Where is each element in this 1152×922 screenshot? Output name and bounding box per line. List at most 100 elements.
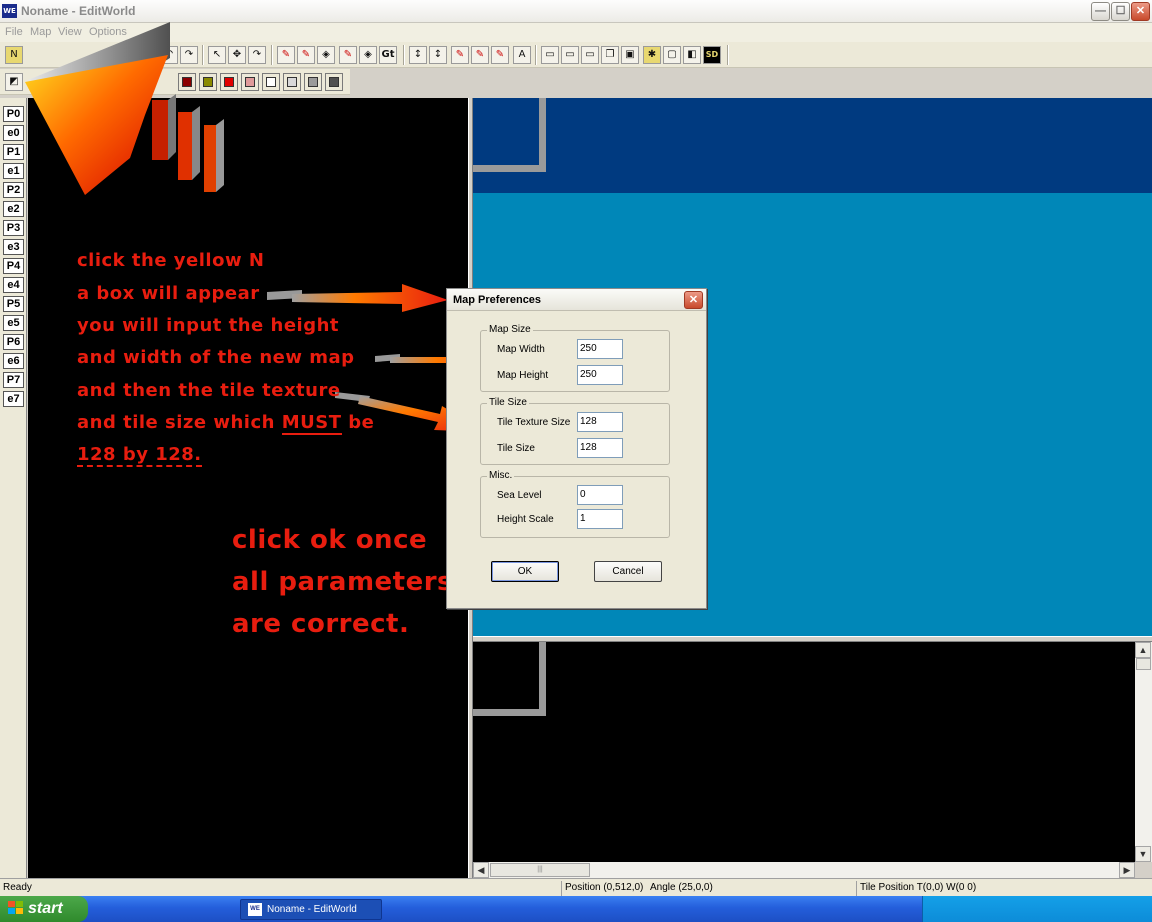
layer-button-p4[interactable]: P4 (3, 258, 24, 274)
color-swatch[interactable] (283, 73, 301, 91)
app-icon: WE (2, 4, 17, 18)
swatch-fill (308, 77, 318, 87)
map-width-label: Map Width (497, 344, 545, 355)
grid-icon[interactable]: ▭ (541, 46, 559, 64)
dialog-close-button[interactable]: ✕ (684, 291, 703, 309)
layer-button-e3[interactable]: e3 (3, 239, 24, 255)
delete-icon[interactable]: ▣ (621, 46, 639, 64)
close-button[interactable]: ✕ (1131, 2, 1150, 21)
annotation-instruction: are correct. (232, 609, 410, 639)
dialog-title: Map Preferences (453, 294, 542, 306)
layer-button-e6[interactable]: e6 (3, 353, 24, 369)
ok-button[interactable]: OK (491, 561, 559, 582)
swatch-fill (329, 77, 339, 87)
tile-size-input[interactable]: 128 (577, 438, 623, 458)
color-swatch[interactable] (304, 73, 322, 91)
swatch-fill (245, 77, 255, 87)
layer-button-p3[interactable]: P3 (3, 220, 24, 236)
windows-logo-icon (8, 901, 24, 916)
fill-icon[interactable]: ◈ (317, 46, 335, 64)
layer-button-e5[interactable]: e5 (3, 315, 24, 331)
group-label: Map Size (487, 324, 533, 335)
map-height-input[interactable]: 250 (577, 365, 623, 385)
swatch-fill (266, 77, 276, 87)
swatch-fill (287, 77, 297, 87)
window-title: Noname - EditWorld (21, 4, 136, 18)
layer-button-e7[interactable]: e7 (3, 391, 24, 407)
vertical-scroll-thumb[interactable] (1136, 658, 1151, 670)
logo-quadrant (16, 901, 23, 907)
map-view-bottom-right[interactable] (473, 642, 1135, 862)
paint-icon[interactable]: ✎ (277, 46, 295, 64)
status-ready: Ready (3, 882, 32, 893)
color-swatch[interactable] (325, 73, 343, 91)
logo-quadrant (16, 908, 23, 914)
group-label: Misc. (487, 470, 515, 481)
scroll-down-icon[interactable]: ▼ (1135, 846, 1151, 862)
start-label: start (28, 900, 63, 917)
taskbar-item-label: Noname - EditWorld (267, 904, 357, 915)
fill-icon[interactable]: ◈ (359, 46, 377, 64)
brush-icon[interactable]: ✎ (491, 46, 509, 64)
tile-texture-size-input[interactable]: 128 (577, 412, 623, 432)
brush-icon[interactable]: ✎ (471, 46, 489, 64)
goto-icon[interactable]: Gt (379, 46, 397, 64)
scroll-left-icon[interactable]: ◀ (473, 862, 489, 878)
height-scale-label: Height Scale (497, 514, 554, 525)
status-bar: Ready Position (0,512,0) Angle (25,0,0) … (0, 878, 1152, 896)
horizontal-scrollbar[interactable]: ◀ ||| ▶ (473, 862, 1135, 878)
new-icon[interactable]: ✱ (643, 46, 661, 64)
brush-icon[interactable]: ✎ (451, 46, 469, 64)
annotation-line: 128 by 128. (77, 444, 202, 467)
layer-button-p7[interactable]: P7 (3, 372, 24, 388)
sea-level-label: Sea Level (497, 490, 542, 501)
layer-panel: P0 e0 P1 e1 P2 e2 P3 e3 P4 e4 P5 e5 P6 e… (0, 98, 27, 878)
map-preferences-dialog: Map Preferences ✕ Map Size Map Width 250… (446, 288, 707, 609)
map-width-input[interactable]: 250 (577, 339, 623, 359)
map-view-left[interactable] (28, 98, 468, 878)
annotation-text: and tile size which (77, 412, 282, 433)
taskbar-item-editworld[interactable]: WE Noname - EditWorld (240, 899, 382, 920)
cancel-button[interactable]: Cancel (594, 561, 662, 582)
raise-icon[interactable]: ↕ (409, 46, 427, 64)
vertical-scrollbar[interactable]: ▲ ▼ (1135, 642, 1152, 862)
annotation-line: you will input the height (77, 315, 340, 336)
layer-button-p6[interactable]: P6 (3, 334, 24, 350)
dialog-title-bar: Map Preferences ✕ (447, 289, 706, 311)
grid-icon[interactable]: ▭ (561, 46, 579, 64)
maximize-button[interactable]: ☐ (1111, 2, 1130, 21)
tile-texture-size-label: Tile Texture Size (497, 417, 571, 428)
annotation-arrow (267, 284, 448, 312)
logo-quadrant (8, 908, 15, 914)
sd-icon[interactable]: SD (703, 46, 721, 64)
annotation-line: and tile size which MUST be (77, 412, 374, 435)
scroll-up-icon[interactable]: ▲ (1135, 642, 1151, 658)
copy-icon[interactable]: ▭ (581, 46, 599, 64)
preview-icon[interactable]: ▢ (663, 46, 681, 64)
annotation-instruction: click ok once (232, 525, 428, 555)
scroll-right-icon[interactable]: ▶ (1119, 862, 1135, 878)
color-swatch[interactable] (262, 73, 280, 91)
misc-group: Misc. Sea Level 0 Height Scale 1 (480, 470, 670, 538)
paint-icon[interactable]: ✎ (297, 46, 315, 64)
paste-icon[interactable]: ❐ (601, 46, 619, 64)
sea-level-input[interactable]: 0 (577, 485, 623, 505)
rotate-icon[interactable]: ↷ (248, 46, 266, 64)
height-scale-input[interactable]: 1 (577, 509, 623, 529)
text-icon[interactable]: A (513, 46, 531, 64)
annotation-instruction: all parameters (232, 567, 454, 597)
start-button[interactable]: start (0, 896, 88, 922)
view-icon[interactable]: ◧ (683, 46, 701, 64)
map-size-group: Map Size Map Width 250 Map Height 250 (480, 324, 670, 392)
layer-button-e4[interactable]: e4 (3, 277, 24, 293)
layer-button-p5[interactable]: P5 (3, 296, 24, 312)
system-tray (922, 896, 1152, 922)
paint-icon[interactable]: ✎ (339, 46, 357, 64)
color-swatch[interactable] (241, 73, 259, 91)
horizontal-scroll-thumb[interactable]: ||| (490, 863, 590, 877)
sky-band (473, 98, 1152, 193)
annotation-line: and width of the new map (77, 347, 355, 368)
lower-icon[interactable]: ↕ (429, 46, 447, 64)
taskbar: start WE Noname - EditWorld (0, 896, 1152, 922)
minimize-button[interactable]: — (1091, 2, 1110, 21)
